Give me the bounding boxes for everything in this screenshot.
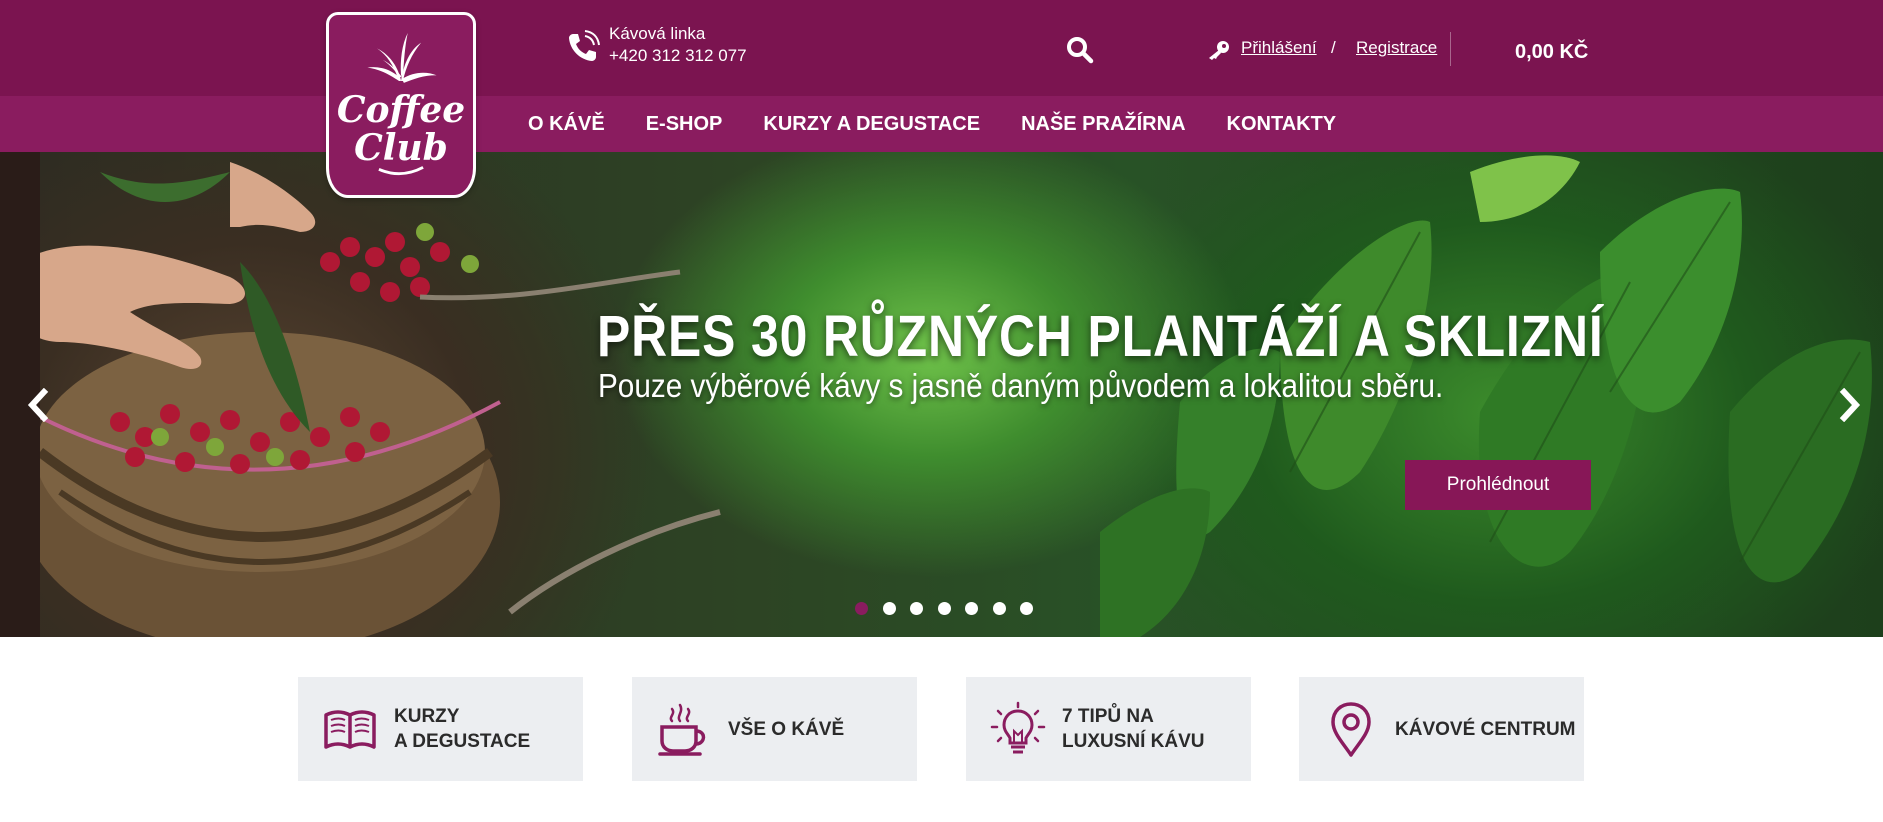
light-bulb-icon: [990, 701, 1046, 754]
slider-dot-5[interactable]: [965, 602, 978, 615]
coffee-cup-icon: [658, 703, 706, 756]
logo-text-club: Club: [354, 127, 448, 169]
tile-label-line1: KURZY: [394, 706, 460, 727]
phone-label: Kávová linka: [609, 24, 706, 43]
tile-label-line2: LUXUSNÍ KÁVU: [1062, 731, 1205, 752]
logo-text-coffee: Coffee: [336, 89, 466, 131]
slider-dot-2[interactable]: [882, 602, 896, 615]
chevron-right-icon[interactable]: [1836, 388, 1864, 422]
nav-item-o-kave[interactable]: O KÁVĚ: [528, 113, 605, 136]
coffee-club-logo[interactable]: Coffee Club: [326, 12, 476, 198]
tile-7-tipu-na-luxusni-kavu[interactable]: 7 TIPŮ NA LUXUSNÍ KÁVU: [966, 677, 1251, 781]
search-icon[interactable]: [1066, 36, 1094, 64]
cart-total[interactable]: 0,00 KČ: [1515, 41, 1588, 64]
slider-dot-7[interactable]: [1020, 602, 1033, 615]
nav-item-kontakty[interactable]: KONTAKTY: [1227, 113, 1337, 136]
hero-view-button[interactable]: Prohlédnout: [1405, 460, 1591, 510]
slider-dot-3[interactable]: [910, 602, 923, 615]
register-link[interactable]: Registrace: [1356, 38, 1437, 58]
tile-label: VŠE O KÁVĚ: [728, 719, 845, 740]
map-pin-icon: [1331, 702, 1371, 757]
nav-item-nase-prazirna[interactable]: NAŠE PRAŽÍRNA: [1021, 113, 1185, 136]
phone-number[interactable]: +420 312 312 077: [609, 46, 747, 66]
key-icon: [1209, 41, 1229, 60]
phone-icon: [569, 30, 600, 61]
slider-dot-6[interactable]: [992, 602, 1006, 615]
hero-slider: PŘES 30 RŮZNÝCH PLANTÁŽÍ A SKLIZNÍ Pouze…: [0, 152, 1883, 637]
tile-vse-o-kave[interactable]: VŠE O KÁVĚ: [632, 677, 917, 781]
top-header-bar: [0, 0, 1883, 96]
nav-item-kurzy-a-degustace[interactable]: KURZY A DEGUSTACE: [763, 113, 980, 136]
tile-kurzy-a-degustace[interactable]: KURZY A DEGUSTACE: [298, 677, 583, 781]
slider-dot-1[interactable]: [855, 602, 868, 615]
tile-kavove-centrum[interactable]: KÁVOVÉ CENTRUM: [1299, 677, 1584, 781]
main-navigation: O KÁVĚ E-SHOP KURZY A DEGUSTACE NAŠE PRA…: [528, 96, 1377, 152]
tile-label-line1: 7 TIPŮ NA: [1062, 706, 1154, 727]
account-separator: /: [1331, 38, 1336, 57]
hero-subtitle: Pouze výběrové kávy s jasně daným původe…: [598, 367, 1444, 404]
header-divider: [1450, 32, 1451, 66]
chevron-left-icon[interactable]: [24, 388, 52, 422]
slider-dots: [855, 602, 1048, 616]
open-book-icon: [324, 710, 376, 749]
slider-dot-4[interactable]: [937, 602, 951, 615]
tile-label: KÁVOVÉ CENTRUM: [1395, 719, 1576, 740]
tile-label-line2: A DEGUSTACE: [394, 731, 531, 752]
nav-item-e-shop[interactable]: E-SHOP: [646, 113, 723, 136]
login-link[interactable]: Přihlášení: [1241, 38, 1317, 58]
hero-title: PŘES 30 RŮZNÝCH PLANTÁŽÍ A SKLIZNÍ: [597, 304, 1604, 369]
